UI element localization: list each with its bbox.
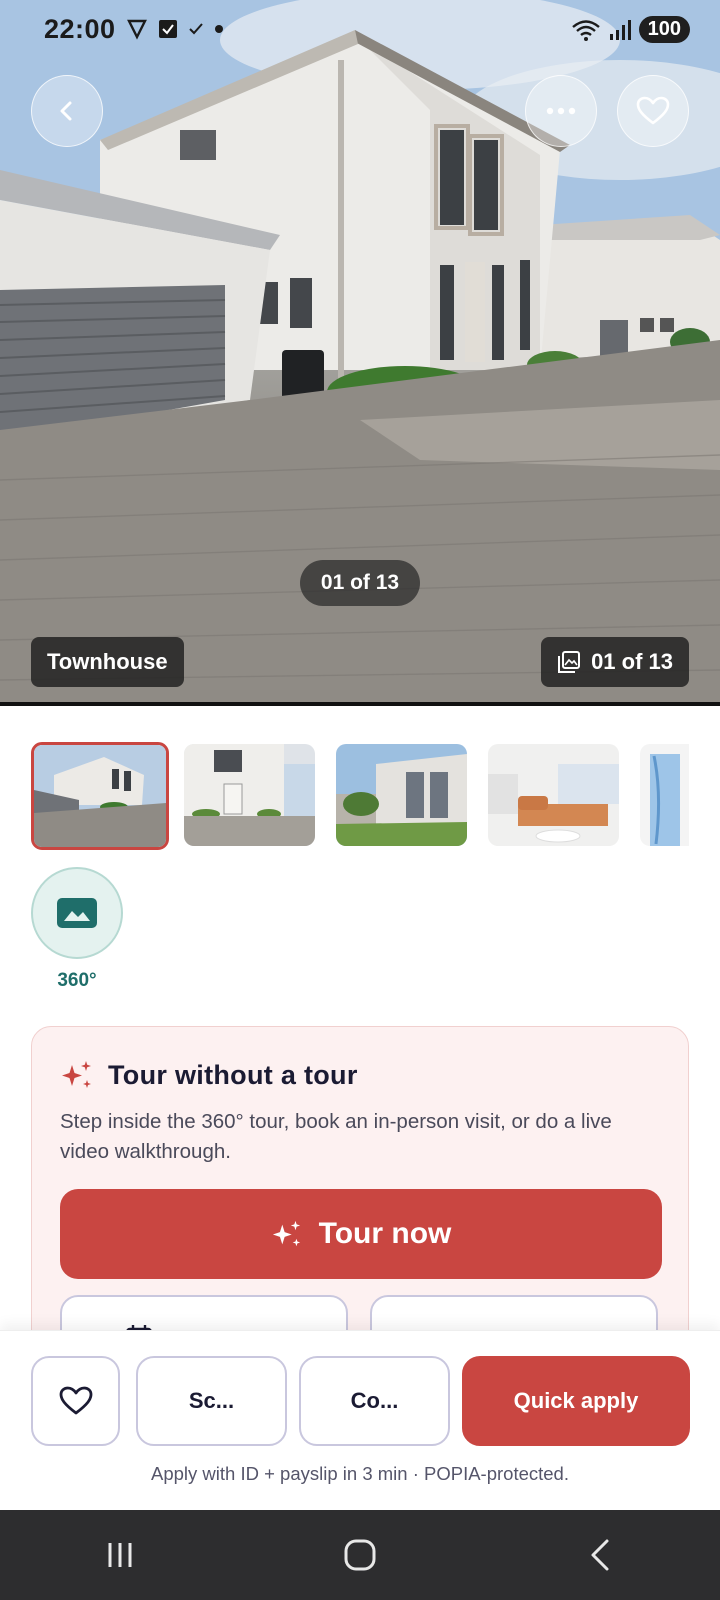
- status-bar: 22:00 100: [0, 0, 720, 62]
- contact-button[interactable]: Co...: [299, 1356, 450, 1446]
- gallery-button[interactable]: 01 of 13: [541, 637, 689, 687]
- heart-icon: [59, 1386, 92, 1415]
- thumbnail-strip[interactable]: [31, 742, 689, 850]
- more-icon: [546, 107, 576, 115]
- signal-icon: [609, 19, 631, 40]
- recent-apps-icon: [108, 1543, 132, 1567]
- gallery-counter: 01 of 13: [591, 649, 673, 674]
- tour-description: Step inside the 360° tour, book an in-pe…: [60, 1110, 612, 1163]
- tour-title: Tour without a tour: [108, 1059, 358, 1090]
- tour-now-label: Tour now: [318, 1217, 452, 1250]
- checkbox-icon: [159, 20, 177, 38]
- image-icon: [57, 898, 97, 928]
- home-button[interactable]: [320, 1525, 400, 1585]
- pano-label: 360°: [57, 970, 97, 991]
- heart-icon: [636, 96, 670, 125]
- check-icon: [189, 23, 203, 35]
- thumbnail-item[interactable]: [640, 744, 689, 846]
- tour-now-button[interactable]: Tour now: [60, 1189, 662, 1279]
- back-chevron-icon: [60, 101, 72, 121]
- back-nav-icon: [591, 1539, 609, 1571]
- save-listing-button[interactable]: [31, 1356, 120, 1446]
- battery-indicator: 100: [638, 16, 690, 43]
- system-nav-bar: [0, 1510, 720, 1600]
- apply-note: Apply with ID + payslip in 3 min · POPIA…: [151, 1463, 569, 1484]
- dot-icon: [215, 25, 223, 33]
- back-button[interactable]: [31, 75, 103, 147]
- tour-title-row: Tour without a tour: [60, 1059, 358, 1091]
- system-back-button[interactable]: [560, 1525, 640, 1585]
- wifi-icon: [571, 19, 600, 41]
- status-icons-right: 100: [571, 16, 690, 43]
- schedule-button[interactable]: Sc...: [136, 1356, 287, 1446]
- tour-card: Tour without a tour Step inside the 360°…: [31, 1026, 689, 1375]
- hero-divider: [0, 702, 720, 706]
- favorite-button[interactable]: [617, 75, 689, 147]
- thumbnail-item[interactable]: [336, 744, 467, 846]
- status-time: 22:00: [44, 14, 116, 44]
- recent-apps-button[interactable]: [80, 1525, 160, 1585]
- pano-360-button[interactable]: [31, 867, 123, 959]
- home-icon: [344, 1539, 376, 1571]
- status-icons-left: [126, 18, 224, 40]
- thumbnail-item[interactable]: [488, 744, 619, 846]
- image-counter: 01 of 13: [300, 560, 420, 606]
- more-options-button[interactable]: [525, 75, 597, 147]
- quick-apply-button[interactable]: Quick apply: [462, 1356, 690, 1446]
- action-bar: Sc... Co... Quick apply Apply with ID + …: [0, 1330, 720, 1510]
- thumbnail-item[interactable]: [184, 744, 315, 846]
- thumbnail-item[interactable]: [31, 742, 169, 850]
- vpn-shield-icon: [127, 19, 147, 40]
- gallery-icon: [558, 651, 581, 673]
- property-type-chip: Townhouse: [31, 637, 184, 687]
- sparkle-icon: [62, 1061, 91, 1088]
- sparkle-icon: [272, 1220, 300, 1247]
- hero-photo[interactable]: 22:00 100 01 of 13 Townhouse 01 of 13: [0, 0, 720, 706]
